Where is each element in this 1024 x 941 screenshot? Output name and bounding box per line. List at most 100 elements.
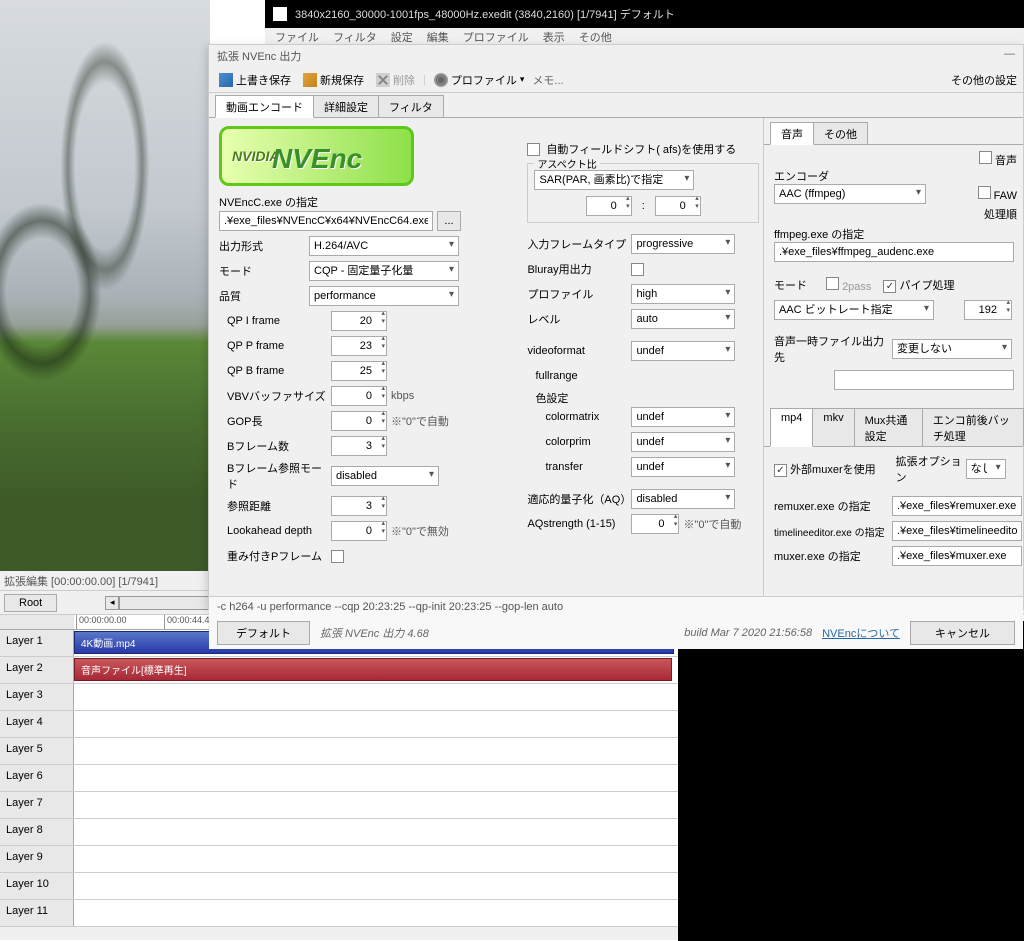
tmp-select[interactable]: 変更しない (892, 339, 1012, 359)
audio-mux-column: 音声 その他 音声 エンコーダ AAC (ffmpeg) FAW 処理順 ffm… (763, 118, 1023, 596)
title-text: 3840x2160_30000-1001fps_48000Hz.exedit (… (295, 6, 675, 22)
layer-name-button[interactable]: Layer 6 (0, 765, 74, 791)
aspect-num1[interactable] (586, 196, 632, 216)
layer-name-button[interactable]: Layer 8 (0, 819, 74, 845)
aspect-num2[interactable] (655, 196, 701, 216)
cprim-select[interactable]: undef (631, 432, 735, 452)
dialog-title-bar[interactable]: 拡張 NVEnc 出力 — (209, 45, 1023, 67)
gear-icon (434, 73, 448, 87)
tab-audio-other[interactable]: その他 (813, 122, 868, 144)
qpb-input[interactable] (331, 361, 387, 381)
bref-select[interactable]: disabled (331, 466, 439, 486)
build-text: build Mar 7 2020 21:56:58 (684, 627, 812, 639)
menu-other[interactable]: その他 (579, 29, 612, 44)
new-save-button[interactable]: 新規保存 (299, 70, 368, 90)
menu-edit[interactable]: 編集 (427, 29, 449, 44)
layer-name-button[interactable]: Layer 7 (0, 792, 74, 818)
afs-checkbox[interactable] (527, 143, 540, 156)
vbv-input[interactable] (331, 386, 387, 406)
layer-name-button[interactable]: Layer 5 (0, 738, 74, 764)
ext-opt-select[interactable]: なし (966, 459, 1006, 479)
version-text: 拡張 NVEnc 出力 4.68 (320, 628, 429, 640)
layer-name-button[interactable]: Layer 3 (0, 684, 74, 710)
mode-label: モード (219, 263, 309, 279)
qpp-input[interactable] (331, 336, 387, 356)
tmp-path-input[interactable] (834, 370, 1014, 390)
aq-select[interactable]: disabled (631, 489, 735, 509)
audio-mode-label: モード (774, 277, 814, 293)
ext-muxer-checkbox[interactable]: ✓ (774, 464, 787, 477)
cmatrix-select[interactable]: undef (631, 407, 735, 427)
remuxer-label: remuxer.exe の指定 (774, 498, 892, 514)
twopass-checkbox[interactable] (826, 277, 839, 290)
output-format-select[interactable]: H.264/AVC (309, 236, 459, 256)
pipe-checkbox[interactable]: ✓ (883, 280, 896, 293)
mode-select[interactable]: CQP - 固定量子化量 (309, 261, 459, 281)
ref-input[interactable] (331, 496, 387, 516)
bitrate-mode-select[interactable]: AAC ビットレート指定 (774, 300, 934, 320)
layer-name-button[interactable]: Layer 1 (0, 630, 74, 656)
tab-encode[interactable]: 動画エンコード (215, 95, 314, 118)
ffmpeg-path-input[interactable] (774, 242, 1014, 262)
tab-audio[interactable]: 音声 (770, 122, 814, 145)
transfer-select[interactable]: undef (631, 457, 735, 477)
level-select[interactable]: auto (631, 309, 735, 329)
menu-view[interactable]: 表示 (543, 29, 565, 44)
quality-select[interactable]: performance (309, 286, 459, 306)
lookahead-input[interactable] (331, 521, 387, 541)
aspect-select[interactable]: SAR(PAR, 画素比)で指定 (534, 170, 694, 190)
ext-opt-label: 拡張オプション (896, 453, 966, 485)
vfmt-select[interactable]: undef (631, 341, 735, 361)
tab-mp4[interactable]: mp4 (770, 408, 813, 447)
tab-filter[interactable]: フィルタ (378, 95, 444, 117)
remuxer-input[interactable] (892, 496, 1022, 516)
layer-name-button[interactable]: Layer 4 (0, 711, 74, 737)
cancel-button[interactable]: キャンセル (910, 621, 1015, 645)
menu-filter[interactable]: フィルタ (333, 29, 377, 44)
tab-mux-common[interactable]: Mux共通設定 (854, 408, 923, 446)
level-label: レベル (527, 311, 631, 327)
profile-button[interactable]: プロファイル▾ (430, 70, 529, 90)
menu-settings[interactable]: 設定 (391, 29, 413, 44)
minimize-icon[interactable]: — (1004, 48, 1015, 64)
audio-encoder-select[interactable]: AAC (ffmpeg) (774, 184, 926, 204)
default-button[interactable]: デフォルト (217, 621, 310, 645)
bitrate-input[interactable] (964, 300, 1012, 320)
other-settings-link[interactable]: その他の設定 (951, 72, 1017, 88)
audio-clip[interactable]: 音声ファイル[標準再生] (74, 658, 672, 681)
layer-name-button[interactable]: Layer 2 (0, 657, 74, 683)
scroll-left-button[interactable]: ◂ (105, 596, 119, 610)
tleditor-input[interactable] (892, 521, 1022, 541)
ruler-corner (0, 615, 74, 630)
vbv-unit: kbps (391, 390, 414, 402)
bluray-checkbox[interactable] (631, 263, 644, 276)
aqs-input[interactable] (631, 514, 679, 534)
audio-enable-checkbox[interactable] (979, 151, 992, 164)
memo-link[interactable]: メモ... (532, 72, 563, 88)
layer-name-button[interactable]: Layer 9 (0, 846, 74, 872)
weightp-checkbox[interactable] (331, 550, 344, 563)
muxer-input[interactable] (892, 546, 1022, 566)
aq-label: 適応的量子化（AQ） (527, 491, 631, 507)
ftype-select[interactable]: progressive (631, 234, 735, 254)
root-button[interactable]: Root (4, 594, 57, 612)
qpi-input[interactable] (331, 311, 387, 331)
profile-select[interactable]: high (631, 284, 735, 304)
faw-checkbox[interactable] (978, 186, 991, 199)
delete-button[interactable]: 削除 (372, 70, 419, 90)
layer-name-button[interactable]: Layer 11 (0, 900, 74, 926)
browse-exe-button[interactable]: ... (437, 211, 461, 231)
about-link[interactable]: NVEncについて (822, 625, 900, 641)
layer-name-button[interactable]: Layer 10 (0, 873, 74, 899)
tab-batch[interactable]: エンコ前後バッチ処理 (922, 408, 1024, 446)
new-icon (303, 73, 317, 87)
menu-profile[interactable]: プロファイル (463, 29, 529, 44)
delete-icon (376, 73, 390, 87)
gop-input[interactable] (331, 411, 387, 431)
tab-mkv[interactable]: mkv (812, 408, 854, 446)
bframes-input[interactable] (331, 436, 387, 456)
save-button[interactable]: 上書き保存 (215, 70, 295, 90)
tab-advanced[interactable]: 詳細設定 (313, 95, 379, 117)
exe-path-input[interactable] (219, 211, 433, 231)
menu-file[interactable]: ファイル (275, 29, 319, 44)
